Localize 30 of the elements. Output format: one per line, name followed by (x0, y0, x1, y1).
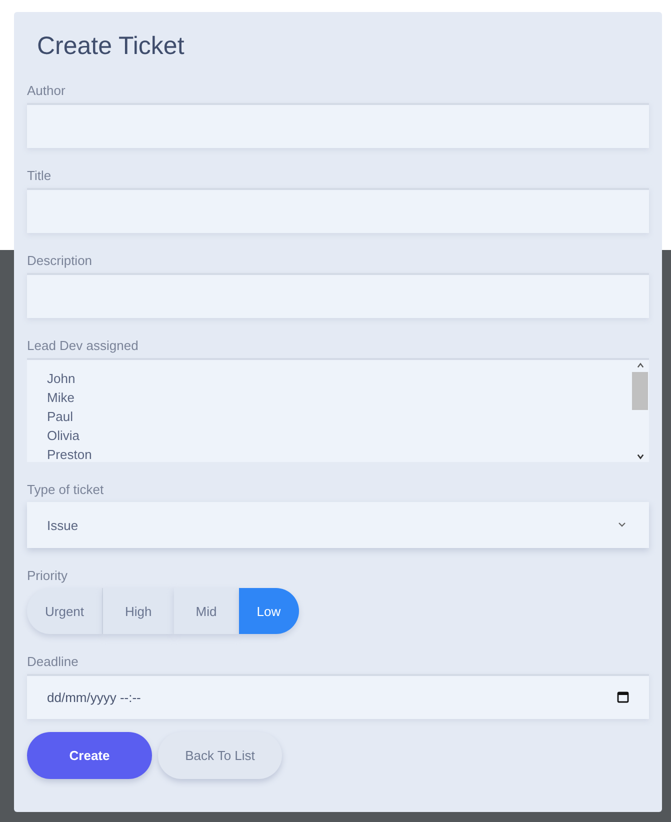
field-label: Priority (27, 568, 68, 583)
field-label: Lead Dev assigned (27, 338, 140, 353)
chevron-down-icon (617, 521, 627, 529)
back-button[interactable]: Back To List (158, 732, 282, 779)
lead-dev-listbox[interactable]: John Mike Paul Olivia Preston (27, 358, 649, 462)
priority-option[interactable]: Urgent (27, 588, 104, 634)
list-option[interactable]: Preston (47, 445, 631, 464)
field-label: Type of ticket (27, 482, 105, 497)
list-option[interactable]: John (47, 369, 631, 388)
list-option[interactable]: Mike (47, 388, 631, 407)
field-label: Author (27, 83, 66, 98)
create-button[interactable]: Create (27, 732, 152, 779)
text-input-field[interactable] (27, 103, 649, 148)
text-input-field[interactable] (27, 188, 649, 233)
ticket-type-dropdown[interactable]: Issue (27, 502, 649, 548)
scroll-up-icon[interactable] (636, 362, 644, 369)
form-title: Create Ticket (37, 32, 186, 61)
list-option[interactable]: Olivia (47, 426, 631, 445)
priority-option[interactable]: High (103, 588, 174, 634)
scroll-down-icon[interactable] (636, 453, 644, 460)
scrollbar-thumb[interactable] (632, 372, 648, 410)
field-label: Title (27, 168, 52, 183)
priority-option[interactable]: Mid (174, 588, 239, 634)
priority-option[interactable]: Low (238, 588, 299, 634)
deadline-date-field[interactable]: dd/mm/yyyy --:-- (27, 674, 649, 719)
text-input-field[interactable] (27, 273, 649, 318)
field-label: Description (27, 253, 94, 268)
calendar-icon[interactable] (617, 691, 629, 703)
field-label: Deadline (27, 654, 80, 669)
list-option[interactable]: Paul (47, 407, 631, 426)
